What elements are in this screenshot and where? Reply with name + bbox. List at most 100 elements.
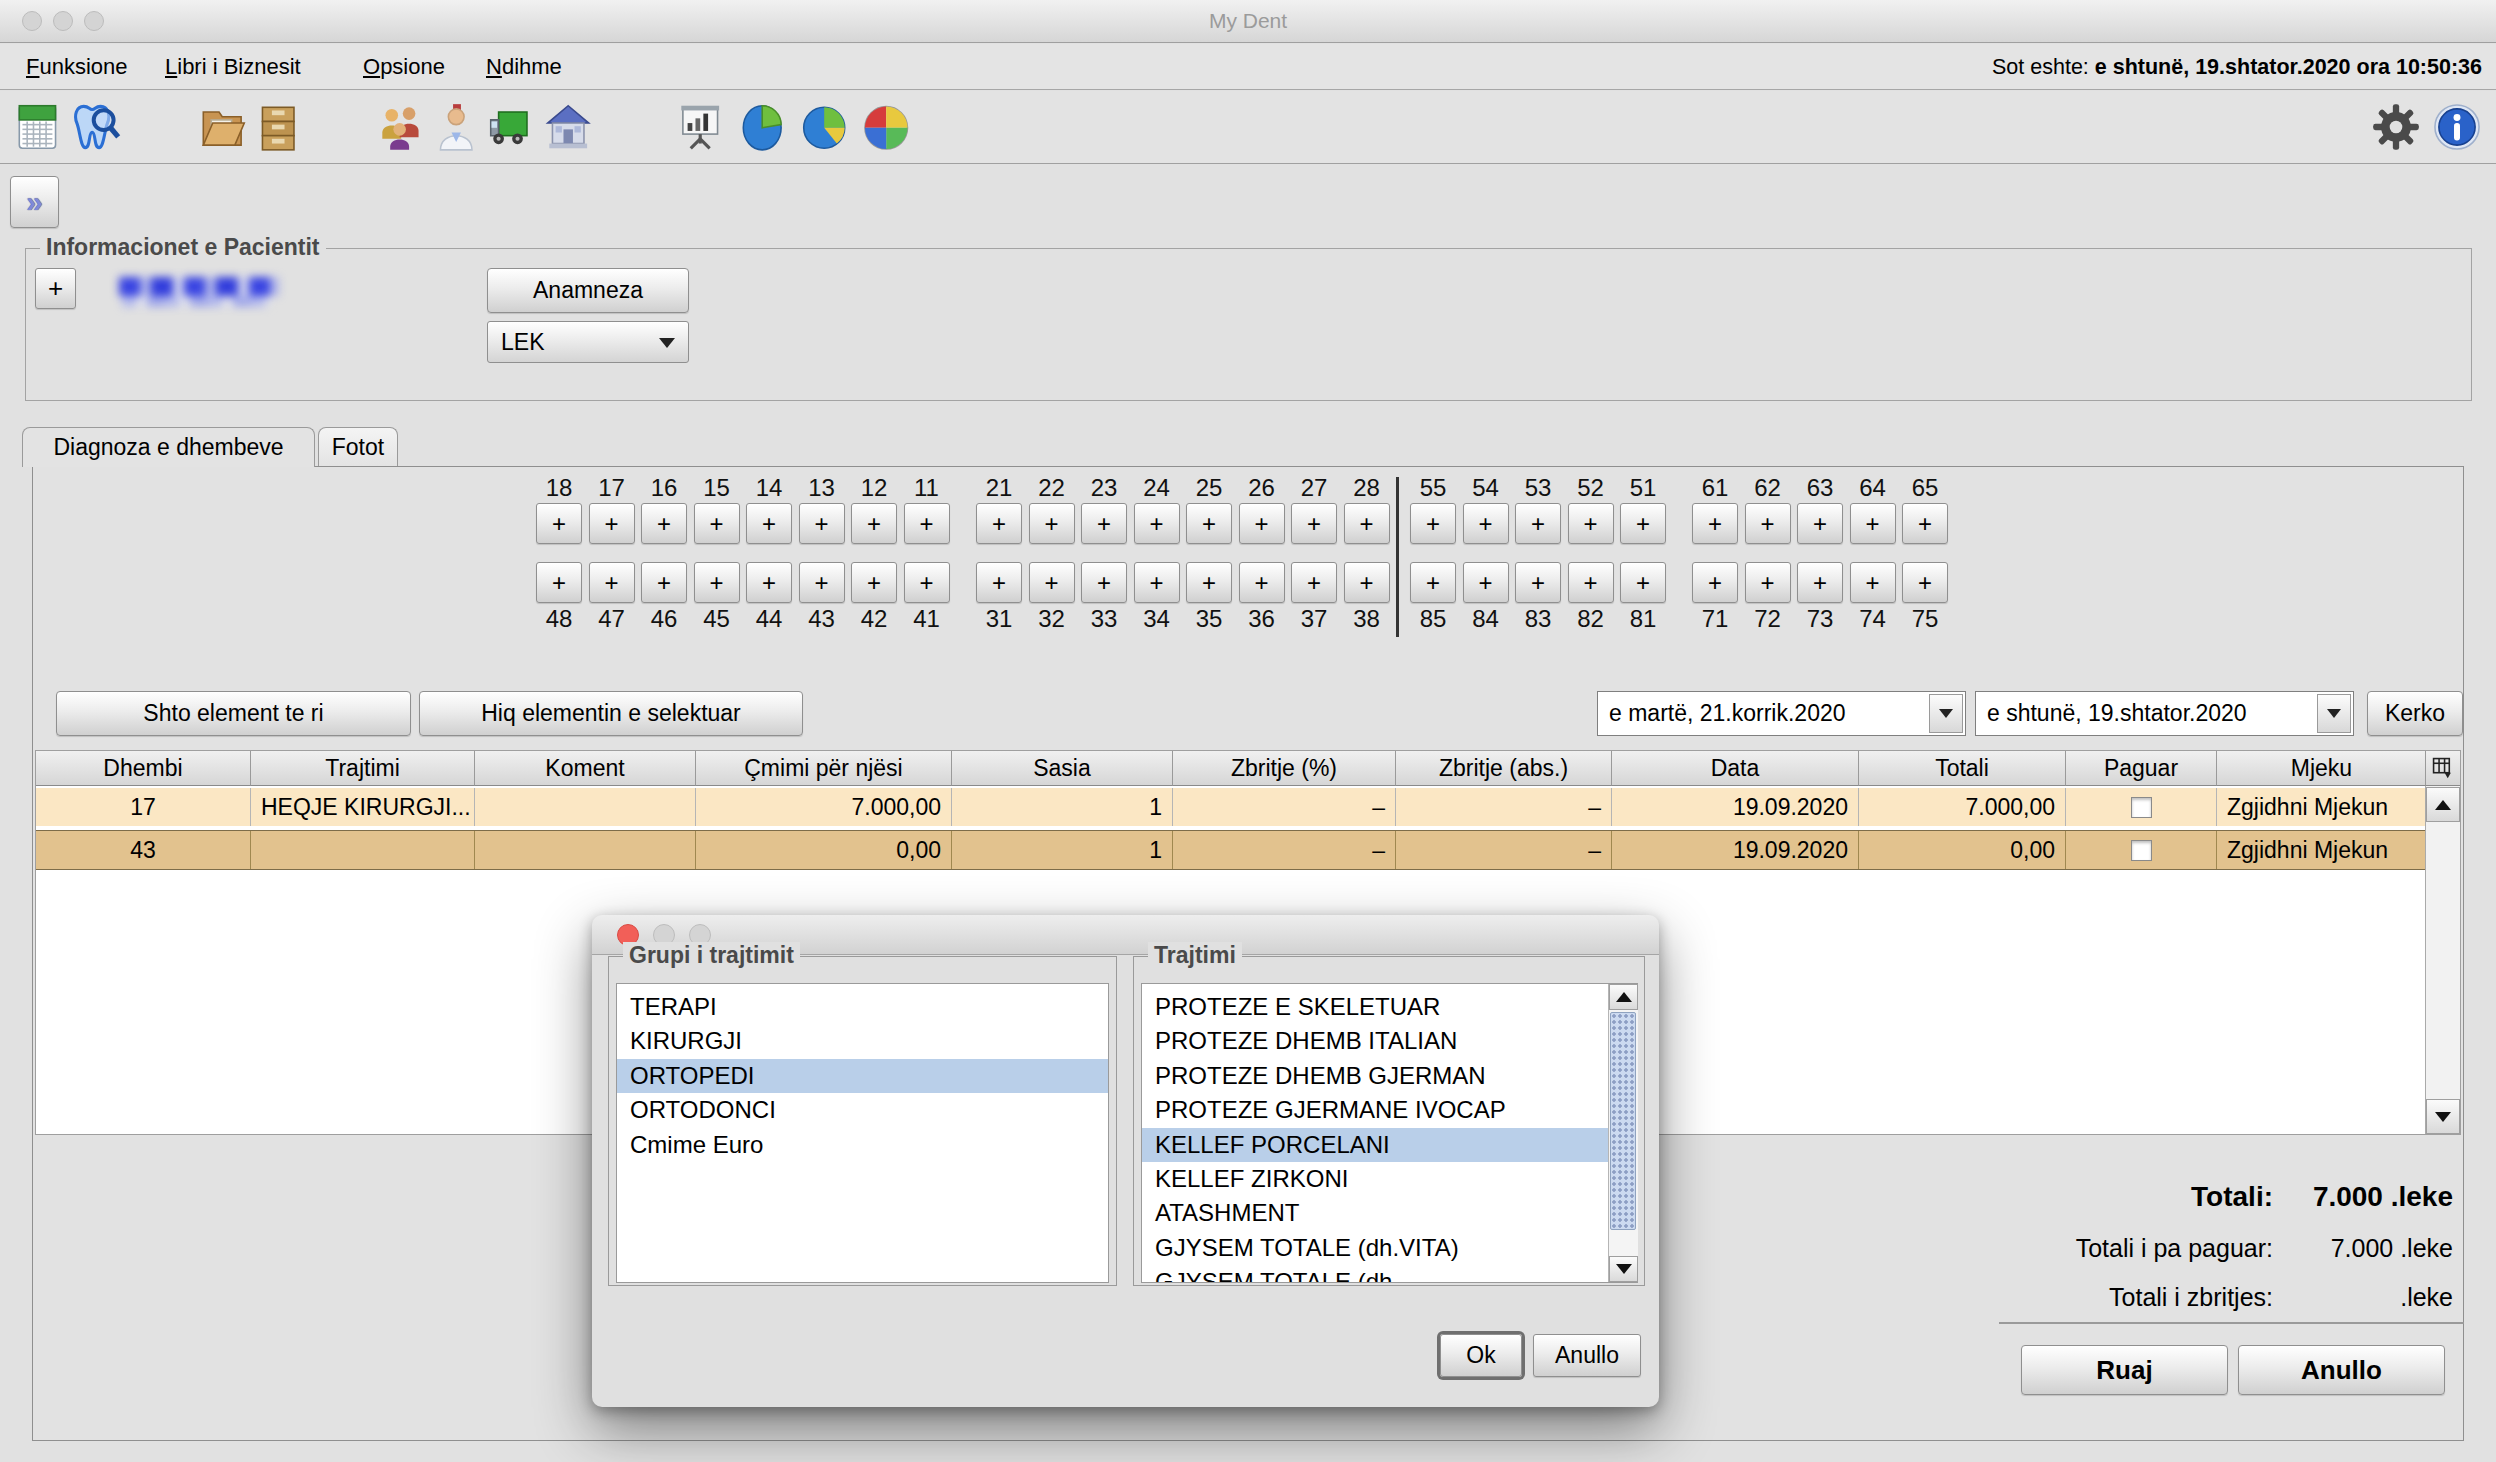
tooth-add-button-64[interactable]: + — [1850, 503, 1896, 544]
tooth-add-button-83[interactable]: + — [1515, 562, 1561, 603]
tooth-add-button-26[interactable]: + — [1239, 503, 1285, 544]
tooth-add-button-37[interactable]: + — [1291, 562, 1337, 603]
cell-data[interactable]: 19.09.2020 — [1612, 831, 1859, 869]
anamneza-button[interactable]: Anamneza — [487, 268, 689, 313]
tooth-add-button-74[interactable]: + — [1850, 562, 1896, 603]
search-button[interactable]: Kerko — [2367, 691, 2463, 736]
scroll-thumb[interactable] — [1610, 1012, 1636, 1230]
list-item-kellef-porcelani[interactable]: KELLEF PORCELANI — [1142, 1128, 1637, 1162]
tooth-add-button-21[interactable]: + — [976, 503, 1022, 544]
cell--mimi-p-r-nj-si[interactable]: 7.000,00 — [696, 788, 952, 826]
tooth-add-button-35[interactable]: + — [1186, 562, 1232, 603]
calendar-icon[interactable] — [13, 101, 65, 153]
tooth-add-button-51[interactable]: + — [1620, 503, 1666, 544]
remove-element-button[interactable]: Hiq elementin e selektuar — [419, 691, 803, 736]
tooth-add-button-41[interactable]: + — [904, 562, 950, 603]
tooth-add-button-54[interactable]: + — [1463, 503, 1509, 544]
column-header--mimi-p-r-nj-si[interactable]: Çmimi për njësi — [696, 751, 952, 786]
tooth-add-button-62[interactable]: + — [1745, 503, 1791, 544]
cell-data[interactable]: 19.09.2020 — [1612, 788, 1859, 826]
list-item-gjysem-totale-dh-vita-[interactable]: GJYSEM TOTALE (dh.VITA) — [1142, 1231, 1637, 1265]
column-header-totali[interactable]: Totali — [1859, 751, 2066, 786]
treatment-group-list[interactable]: TERAPIKIRURGJIORTOPEDIORTODONCICmime Eur… — [616, 983, 1109, 1283]
list-item-ortopedi[interactable]: ORTOPEDI — [617, 1059, 1108, 1093]
cell-totali[interactable]: 0,00 — [1859, 831, 2066, 869]
tooth-add-button-75[interactable]: + — [1902, 562, 1948, 603]
ok-button[interactable]: Ok — [1440, 1334, 1522, 1377]
paguar-checkbox[interactable] — [2131, 840, 2152, 861]
tooth-add-button-45[interactable]: + — [694, 562, 740, 603]
tooth-add-button-84[interactable]: + — [1463, 562, 1509, 603]
menu-funksione[interactable]: Funksione — [26, 54, 128, 80]
table-row-1[interactable]: 17HEQJE KIRURGJI...7.000,001––19.09.2020… — [36, 788, 2427, 826]
tooth-add-button-61[interactable]: + — [1692, 503, 1738, 544]
save-button[interactable]: Ruaj — [2021, 1345, 2228, 1395]
cell-trajtimi[interactable] — [251, 831, 475, 869]
column-header-mjeku[interactable]: Mjeku — [2217, 751, 2427, 786]
archive-boxes-icon[interactable] — [253, 101, 305, 153]
column-header-data[interactable]: Data — [1612, 751, 1859, 786]
add-patient-button[interactable]: + — [35, 268, 76, 309]
tooth-add-button-71[interactable]: + — [1692, 562, 1738, 603]
truck-icon[interactable] — [486, 101, 538, 153]
tab-fotot[interactable]: Fotot — [318, 427, 398, 467]
tooth-add-button-28[interactable]: + — [1344, 503, 1390, 544]
dialog-cancel-button[interactable]: Anullo — [1533, 1334, 1641, 1377]
cell-zbritje-[interactable]: – — [1173, 788, 1396, 826]
cell-mjeku[interactable]: Zgjidhni Mjekun — [2217, 831, 2427, 869]
table-scrollbar[interactable] — [2425, 786, 2460, 1134]
pie-chart-blue-icon[interactable] — [799, 101, 851, 153]
tooth-add-button-46[interactable]: + — [641, 562, 687, 603]
pie-chart-green-icon[interactable] — [737, 101, 789, 153]
column-header-dhembi[interactable]: Dhembi — [36, 751, 251, 786]
patients-group-icon[interactable] — [376, 101, 428, 153]
tooth-add-button-48[interactable]: + — [536, 562, 582, 603]
tooth-add-button-16[interactable]: + — [641, 503, 687, 544]
tooth-add-button-73[interactable]: + — [1797, 562, 1843, 603]
info-icon[interactable] — [2431, 101, 2483, 153]
column-header-sasia[interactable]: Sasia — [952, 751, 1173, 786]
folder-icon[interactable] — [197, 101, 249, 153]
date-from-combobox[interactable]: e martë, 21.korrik.2020 — [1597, 691, 1966, 736]
cell-trajtimi[interactable]: HEQJE KIRURGJI... — [251, 788, 475, 826]
column-header-zbritje-abs-[interactable]: Zbritje (abs.) — [1396, 751, 1612, 786]
tooth-add-button-34[interactable]: + — [1134, 562, 1180, 603]
chevron-down-icon[interactable] — [1929, 694, 1963, 733]
list-item-gjysem-totale-dh-[interactable]: GJYSEM TOTALE (dh... — [1142, 1265, 1637, 1283]
cell-dhembi[interactable]: 43 — [36, 831, 251, 869]
tooth-add-button-47[interactable]: + — [589, 562, 635, 603]
tooth-add-button-17[interactable]: + — [589, 503, 635, 544]
tooth-add-button-25[interactable]: + — [1186, 503, 1232, 544]
list-item-ortodonci[interactable]: ORTODONCI — [617, 1093, 1108, 1127]
column-header-trajtimi[interactable]: Trajtimi — [251, 751, 475, 786]
scroll-down-icon[interactable] — [1609, 1256, 1638, 1282]
scroll-up-icon[interactable] — [1609, 984, 1638, 1010]
expand-sidebar-button[interactable]: » — [10, 176, 59, 228]
tooth-add-button-13[interactable]: + — [799, 503, 845, 544]
cell-zbritje-abs-[interactable]: – — [1396, 831, 1612, 869]
list-item-proteze-dhemb-italian[interactable]: PROTEZE DHEMB ITALIAN — [1142, 1024, 1637, 1058]
tooth-add-button-81[interactable]: + — [1620, 562, 1666, 603]
cell-sasia[interactable]: 1 — [952, 788, 1173, 826]
settings-gear-icon[interactable] — [2370, 101, 2422, 153]
list-item-kellef-zirkoni[interactable]: KELLEF ZIRKONI — [1142, 1162, 1637, 1196]
dialog-scrollbar[interactable] — [1608, 984, 1638, 1282]
tooth-add-button-12[interactable]: + — [851, 503, 897, 544]
tooth-add-button-33[interactable]: + — [1081, 562, 1127, 603]
cell-zbritje-[interactable]: – — [1173, 831, 1396, 869]
doctor-icon[interactable] — [431, 101, 483, 153]
column-header-paguar[interactable]: Paguar — [2066, 751, 2217, 786]
tooth-add-button-11[interactable]: + — [904, 503, 950, 544]
cell-totali[interactable]: 7.000,00 — [1859, 788, 2066, 826]
tooth-add-button-82[interactable]: + — [1568, 562, 1614, 603]
column-header-zbritje-[interactable]: Zbritje (%) — [1173, 751, 1396, 786]
table-row-2[interactable]: 430,001––19.09.20200,00Zgjidhni Mjekun — [36, 830, 2427, 870]
tooth-add-button-23[interactable]: + — [1081, 503, 1127, 544]
tooth-add-button-32[interactable]: + — [1029, 562, 1075, 603]
paguar-checkbox[interactable] — [2131, 797, 2152, 818]
cancel-button[interactable]: Anullo — [2238, 1345, 2445, 1395]
cell-zbritje-abs-[interactable]: – — [1396, 788, 1612, 826]
cell-dhembi[interactable]: 17 — [36, 788, 251, 826]
tooth-add-button-18[interactable]: + — [536, 503, 582, 544]
menu-opsione[interactable]: Opsione — [363, 54, 445, 80]
